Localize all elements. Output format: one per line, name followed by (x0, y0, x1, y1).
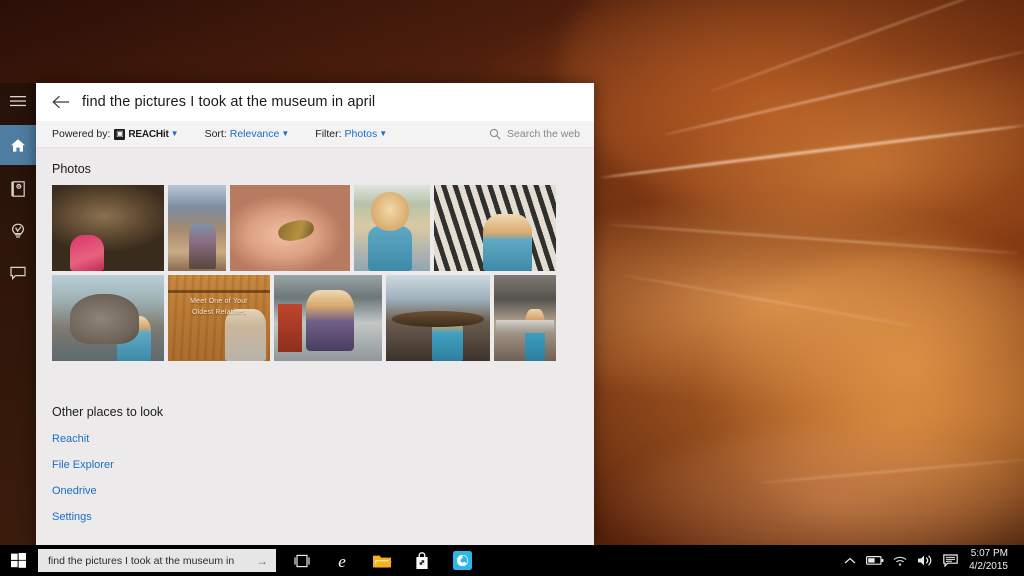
task-view-icon[interactable] (284, 545, 320, 576)
sort-control[interactable]: Sort: Relevance ▼ (205, 128, 290, 140)
other-places-title: Other places to look (52, 405, 594, 419)
settings-link[interactable]: Settings (52, 511, 594, 523)
photo-row: Meet One of YourOldest Relatives (52, 275, 594, 361)
other-places-links: Reachit File Explorer Onedrive Settings (52, 433, 594, 523)
oldest-relatives-sign-photo[interactable]: Meet One of YourOldest Relatives (168, 275, 270, 361)
search-the-web-label: Search the web (507, 128, 580, 140)
wallpaper-light-ray (760, 458, 1024, 484)
battery-icon[interactable] (863, 545, 887, 576)
search-the-web-button[interactable]: Search the web (489, 128, 580, 140)
reachit-name: REACHit (128, 129, 168, 140)
wallpaper-swirl (623, 14, 1024, 315)
photo-row (52, 185, 594, 271)
girl-with-bracelet-photo[interactable] (354, 185, 430, 271)
photo-subject (525, 309, 545, 361)
clock[interactable]: 5:07 PM 4/2/2015 (963, 548, 1018, 573)
insect-in-hand-photo[interactable] (230, 185, 350, 271)
windows-taskbar: find the pictures I took at the museum i… (0, 545, 1024, 576)
photo-results-grid: Meet One of YourOldest Relatives (52, 185, 594, 361)
cortana-search-panel: find the pictures I took at the museum i… (36, 83, 594, 545)
taskbar-app-icons: e (284, 545, 480, 576)
sort-label: Sort: (205, 128, 227, 140)
reachit-icon[interactable] (444, 545, 480, 576)
chevron-down-icon[interactable]: ▼ (281, 130, 289, 138)
filter-label: Filter: (315, 128, 341, 140)
wallpaper-light-ray (665, 50, 1024, 135)
windows-logo-icon (11, 553, 26, 568)
panel-header: find the pictures I took at the museum i… (36, 83, 594, 121)
svg-text:e: e (338, 552, 346, 571)
truck-cab-photo[interactable] (274, 275, 382, 361)
chevron-up-icon[interactable] (838, 545, 862, 576)
hamburger-menu-icon[interactable] (0, 83, 36, 119)
lightbulb-icon[interactable] (0, 213, 36, 249)
clock-date: 4/2/2015 (969, 561, 1008, 574)
taskbar-search-box[interactable]: find the pictures I took at the museum i… (38, 549, 276, 572)
photos-section-title: Photos (52, 162, 594, 176)
chat-bubble-icon[interactable] (0, 255, 36, 291)
system-tray: 5:07 PM 4/2/2015 (838, 545, 1024, 576)
taskbar-search-value: find the pictures I took at the museum i… (48, 555, 234, 567)
wifi-icon[interactable] (888, 545, 912, 576)
results-body: Photos Meet One of YourOldest Relatives … (36, 148, 594, 545)
powered-by-group[interactable]: Powered by: ▣ REACHit ▼ (52, 128, 179, 140)
wallpaper-swirl (700, 250, 1024, 550)
photo-caption-text: Meet One of YourOldest Relatives (168, 297, 270, 318)
back-arrow-icon[interactable] (52, 95, 70, 109)
file-explorer-link[interactable]: File Explorer (52, 459, 594, 471)
results-toolbar: Powered by: ▣ REACHit ▼ Sort: Relevance … (36, 121, 594, 148)
wallpaper-light-ray (599, 124, 1024, 179)
speaker-icon[interactable] (913, 545, 937, 576)
wallpaper-swirl (560, 0, 1024, 220)
sort-value: Relevance (230, 128, 280, 140)
airplane-hangar-photo[interactable] (494, 275, 556, 361)
chevron-down-icon[interactable]: ▼ (379, 130, 387, 138)
speech-bubble-icon[interactable] (938, 545, 962, 576)
search-icon (489, 128, 501, 140)
gift-shop-photo[interactable] (168, 185, 226, 271)
arrow-right-icon[interactable]: → (256, 555, 268, 567)
zebra-exhibit-photo[interactable] (434, 185, 556, 271)
start-button[interactable] (0, 545, 36, 576)
chevron-down-icon[interactable]: ▼ (171, 130, 179, 138)
dinosaur-skeleton-photo[interactable] (52, 185, 164, 271)
cortana-left-rail (0, 83, 36, 545)
reachit-mark-icon: ▣ (114, 129, 125, 140)
edge-icon[interactable]: e (324, 545, 360, 576)
search-query-text: find the pictures I took at the museum i… (82, 94, 375, 110)
reachit-link[interactable]: Reachit (52, 433, 594, 445)
wallpaper-light-ray (610, 224, 1019, 255)
canoe-exhibit-photo[interactable] (386, 275, 490, 361)
photo-subject (432, 315, 463, 361)
filter-control[interactable]: Filter: Photos ▼ (315, 128, 387, 140)
powered-by-label: Powered by: (52, 128, 110, 140)
store-bag-icon[interactable] (404, 545, 440, 576)
folder-icon[interactable] (364, 545, 400, 576)
wallpaper-light-ray (709, 0, 1010, 93)
clock-time: 5:07 PM (969, 548, 1008, 561)
notebook-icon[interactable] (0, 171, 36, 207)
filter-value: Photos (345, 128, 378, 140)
other-places-section: Other places to look Reachit File Explore… (52, 405, 594, 523)
hippo-exhibit-photo[interactable] (52, 275, 164, 361)
reachit-logo: ▣ REACHit (114, 129, 168, 140)
photo-subject (368, 226, 412, 271)
home-icon[interactable] (0, 125, 36, 165)
wallpaper-light-ray (622, 274, 918, 328)
photo-subject (117, 316, 151, 361)
onedrive-link[interactable]: Onedrive (52, 485, 594, 497)
